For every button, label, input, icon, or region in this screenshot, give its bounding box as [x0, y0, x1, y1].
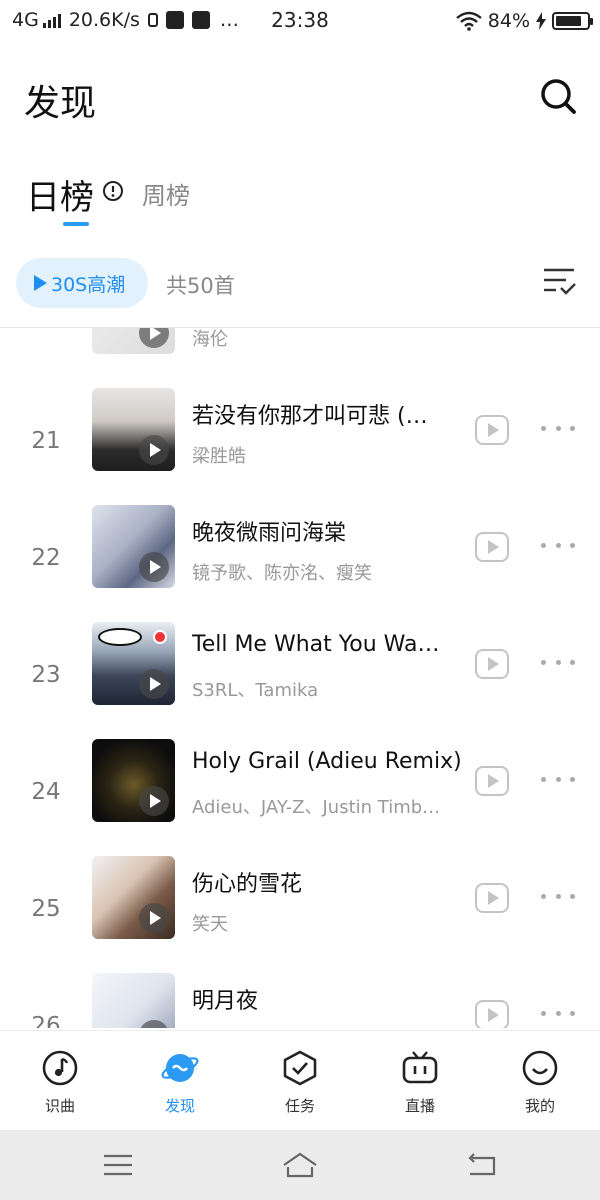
home-icon[interactable] [282, 1150, 318, 1180]
cover-play-icon[interactable] [139, 552, 169, 582]
play-30s-label: 30S高潮 [51, 273, 126, 296]
music-note-icon [42, 1050, 78, 1086]
song-title: 伤心的雪花 [192, 872, 303, 897]
album-cover [92, 973, 175, 1028]
list-item-partial[interactable]: 海伦 [0, 328, 600, 388]
song-artist: 镜予歌、陈亦洺、瘦笑 [192, 563, 372, 584]
play-icon [34, 275, 47, 291]
song-artist: 梁胜皓 [192, 446, 246, 467]
nav-label: 我的 [524, 1097, 555, 1115]
menu-icon[interactable] [100, 1150, 136, 1180]
tab-daily[interactable]: 日榜 [26, 170, 94, 219]
cover-play-icon[interactable] [139, 328, 169, 348]
wifi-icon [455, 11, 482, 31]
play-song-icon[interactable] [475, 649, 509, 679]
nav-label: 任务 [284, 1097, 315, 1115]
more-options-icon[interactable] [541, 660, 575, 668]
more-options-icon[interactable] [541, 426, 575, 434]
chart-tabs: 日榜 周榜 [0, 168, 600, 232]
battery-percent: 84% [487, 10, 530, 32]
cover-play-icon[interactable] [139, 669, 169, 699]
cover-play-icon[interactable] [139, 435, 169, 465]
nav-recognize[interactable]: 识曲 [0, 1031, 120, 1130]
album-cover [92, 388, 175, 471]
nav-label: 直播 [404, 1097, 435, 1115]
album-cover [92, 505, 175, 588]
bottom-navigation: 识曲 发现 任务 直播 我的 [0, 1030, 600, 1130]
more-options-icon[interactable] [541, 543, 575, 551]
song-artist: Adieu、JAY-Z、Justin Timb… [192, 797, 441, 818]
status-bar: 4G 20.6K/s … 23:38 84% [0, 0, 600, 40]
more-options-icon[interactable] [541, 777, 575, 785]
play-song-icon[interactable] [475, 415, 509, 445]
song-row-21[interactable]: 21 若没有你那才叫可悲 (… 梁胜皓 [0, 388, 600, 505]
cover-play-icon[interactable] [139, 1020, 169, 1028]
page-header: 发现 [0, 60, 600, 140]
song-count: 共50首 [166, 274, 235, 298]
cover-play-icon[interactable] [139, 786, 169, 816]
rank-number: 25 [31, 896, 61, 922]
cover-play-icon[interactable] [139, 903, 169, 933]
rank-number: 21 [31, 428, 61, 454]
battery-fill [556, 16, 582, 26]
search-icon[interactable] [538, 76, 578, 116]
song-row-26[interactable]: 26 明月夜 [0, 973, 600, 1028]
song-title: Tell Me What You Wa… [192, 632, 440, 657]
rank-number: 22 [31, 545, 61, 571]
song-title: 若没有你那才叫可悲 (… [192, 404, 428, 429]
system-navigation-bar [0, 1130, 600, 1200]
song-title: 晚夜微雨问海棠 [192, 521, 347, 546]
play-song-icon[interactable] [475, 766, 509, 796]
more-options-icon[interactable] [541, 1011, 575, 1019]
back-icon[interactable] [464, 1150, 500, 1180]
battery-icon [552, 12, 593, 30]
list-manage-icon[interactable] [542, 266, 576, 298]
filter-bar: 30S高潮 共50首 [0, 254, 600, 312]
song-title: 明月夜 [192, 989, 259, 1014]
nav-tasks[interactable]: 任务 [240, 1031, 360, 1130]
album-cover [92, 622, 175, 705]
song-row-24[interactable]: 24 Holy Grail (Adieu Remix) Adieu、JAY-Z、… [0, 739, 600, 856]
active-tab-indicator [63, 222, 89, 226]
album-cover [92, 856, 175, 939]
song-list[interactable]: 海伦 21 若没有你那才叫可悲 (… 梁胜皓 22 晚夜微雨问海棠 镜予歌、陈亦… [0, 328, 600, 1028]
nav-mine[interactable]: 我的 [480, 1031, 600, 1130]
rank-number: 26 [31, 1013, 61, 1028]
song-title: Holy Grail (Adieu Remix) [192, 749, 462, 774]
song-row-25[interactable]: 25 伤心的雪花 笑天 [0, 856, 600, 973]
play-30s-highlight-button[interactable]: 30S高潮 [16, 258, 148, 308]
play-song-icon[interactable] [475, 1000, 509, 1028]
album-cover [92, 739, 175, 822]
nav-discover[interactable]: 发现 [120, 1031, 240, 1130]
rank-number: 24 [31, 779, 61, 805]
tab-weekly[interactable]: 周榜 [142, 176, 190, 211]
song-artist: 笑天 [192, 914, 228, 935]
song-artist: S3RL、Tamika [192, 680, 319, 701]
nav-label: 发现 [164, 1097, 195, 1115]
info-icon[interactable] [102, 180, 124, 202]
screen: 4G 20.6K/s … 23:38 84% 发现 日榜 周榜 30S高潮 共5… [0, 0, 600, 1200]
album-cover [92, 328, 175, 354]
nav-label: 识曲 [44, 1097, 75, 1115]
song-row-22[interactable]: 22 晚夜微雨问海棠 镜予歌、陈亦洺、瘦笑 [0, 505, 600, 622]
page-title: 发现 [24, 83, 97, 124]
nav-live[interactable]: 直播 [360, 1031, 480, 1130]
song-row-23[interactable]: 23 Tell Me What You Wa… S3RL、Tamika [0, 622, 600, 739]
shield-check-icon [283, 1050, 317, 1086]
more-options-icon[interactable] [541, 894, 575, 902]
rank-number: 23 [31, 662, 61, 688]
play-song-icon[interactable] [475, 532, 509, 562]
smile-icon [522, 1050, 558, 1086]
play-song-icon[interactable] [475, 883, 509, 913]
tv-icon [402, 1051, 438, 1084]
song-artist: 海伦 [192, 329, 228, 350]
charging-icon [536, 12, 546, 30]
planet-icon [161, 1054, 199, 1082]
